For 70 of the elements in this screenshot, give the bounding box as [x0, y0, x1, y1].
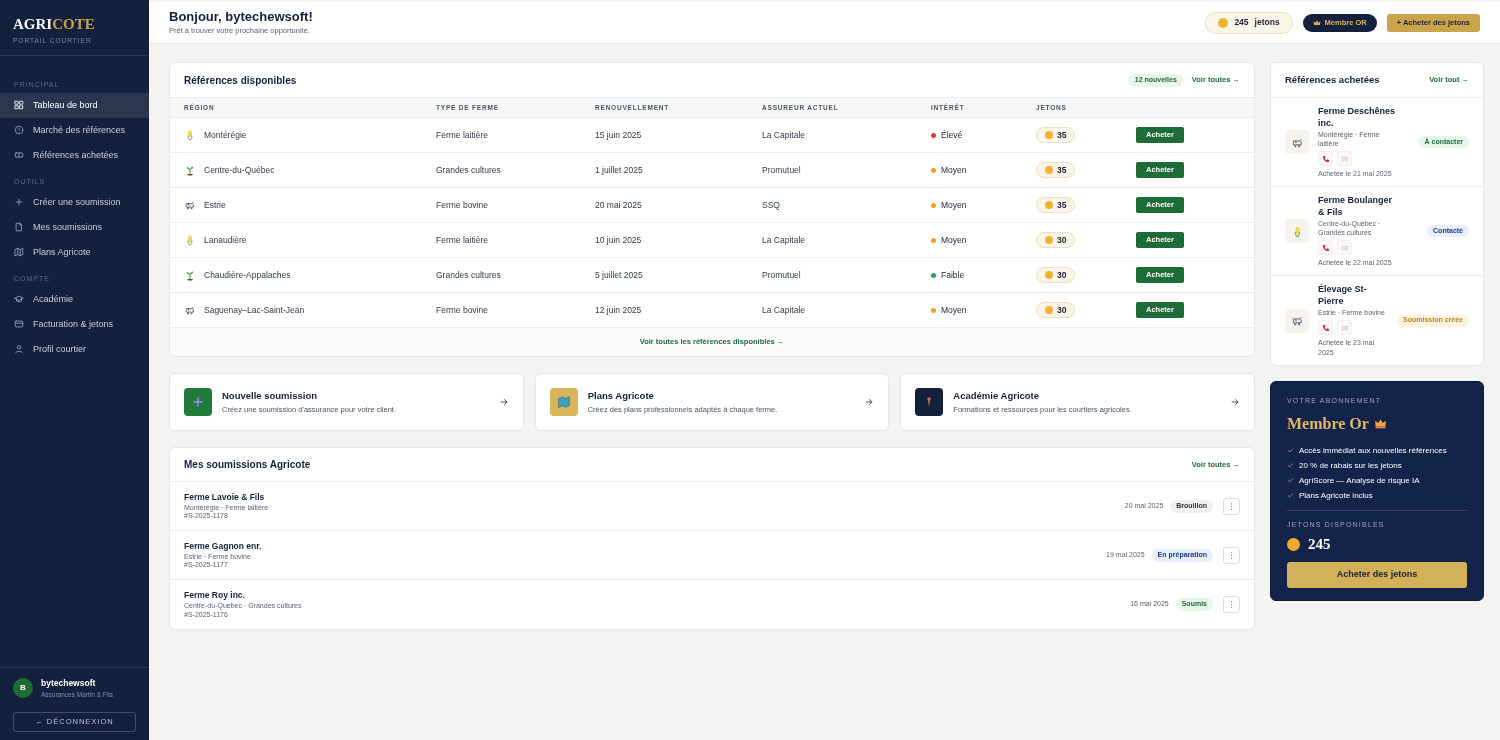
- card-title: Mes soumissions Agricote: [184, 458, 311, 472]
- nav-item[interactable]: Références achetées: [0, 142, 149, 168]
- perk-text: 20 % de rabais sur les jetons: [1299, 459, 1402, 472]
- interest-level: Élevé: [941, 128, 963, 142]
- table-cell: Centre-du-Québec: [204, 163, 275, 177]
- nav-item[interactable]: Créer une soumission: [0, 189, 149, 215]
- nav-item[interactable]: Académie: [0, 286, 149, 312]
- table-cell-text: Ferme bovine: [436, 303, 489, 317]
- table-cell: Estrie: [204, 198, 226, 212]
- table-cell-text: La Capitale: [762, 128, 806, 142]
- farm-name: Ferme Boulanger & Fils: [1318, 194, 1394, 218]
- perk-text: AgriScore — Analyse de risque IA: [1299, 474, 1420, 487]
- table-cell-text: La Capitale: [762, 303, 806, 317]
- table-cell-text: 10 juin 2025: [595, 233, 643, 247]
- avatar: B: [13, 678, 33, 699]
- token-cost: 35: [1057, 198, 1067, 212]
- submission-name: Ferme Roy inc.: [184, 589, 246, 603]
- nav-item[interactable]: Profil courtier: [0, 336, 149, 362]
- table-cell-text: Ferme bovine: [436, 198, 489, 212]
- table-cell-text: Grandes cultures: [436, 268, 502, 282]
- interest-level: Moyen: [941, 163, 967, 177]
- table-cell: Chaudière-Appalaches: [204, 268, 291, 282]
- submission-name: Ferme Gagnon enr.: [184, 539, 263, 553]
- perk-text: Accès immédiat aux nouvelles références: [1299, 444, 1447, 457]
- nav-item[interactable]: Marché des références: [0, 117, 149, 143]
- table-cell-text: Ferme laitière: [436, 233, 489, 247]
- token-cost: 35: [1057, 128, 1067, 142]
- nav-item[interactable]: Plans Agricote: [0, 239, 149, 265]
- table-cell-text: Ferme laitière: [436, 128, 489, 142]
- interest-level: Moyen: [941, 233, 967, 247]
- table-cell-text: 5 juillet 2025: [595, 268, 644, 282]
- token-count: 245: [1308, 535, 1331, 554]
- nav-item[interactable]: Tableau de bord: [0, 92, 149, 118]
- table-cell-text: Promutuel: [762, 268, 802, 282]
- table-cell: Saguenay–Lac-Saint-Jean: [204, 303, 305, 317]
- interest-level: Moyen: [941, 303, 967, 317]
- token-cost: 30: [1057, 303, 1067, 317]
- token-count: 245: [1234, 16, 1249, 29]
- logo[interactable]: AGRICOTE: [13, 17, 136, 32]
- table-cell-text: 1 juillet 2025: [595, 163, 644, 177]
- greeting: Bonjour, bytechewsoft!: [169, 8, 313, 25]
- table-cell: Montérégie: [204, 128, 247, 142]
- user-name: bytechewsoft: [41, 676, 97, 690]
- interest-level: Faible: [941, 268, 965, 282]
- nav-item[interactable]: Mes soumissions: [0, 214, 149, 240]
- action-title: Plans Agricote: [587, 389, 655, 404]
- token-cost: 35: [1057, 163, 1067, 177]
- token-cost: 30: [1057, 233, 1067, 247]
- table-cell-text: 12 juin 2025: [595, 303, 643, 317]
- card-title: Références achetées: [1285, 72, 1380, 87]
- submission-name: Ferme Lavoie & Fils: [184, 490, 266, 504]
- interest-level: Moyen: [941, 198, 967, 212]
- table-cell-text: 15 juin 2025: [595, 128, 643, 142]
- farm-name: Ferme Deschênes inc.: [1318, 105, 1397, 129]
- table-cell-text: La Capitale: [762, 233, 806, 247]
- card-title: Références disponibles: [184, 73, 297, 88]
- token-label: jetons: [1254, 16, 1280, 29]
- table-cell-text: Promutuel: [762, 163, 802, 177]
- perk-text: Plans Agricote inclus: [1299, 489, 1373, 502]
- table-cell-text: SSQ: [762, 198, 781, 212]
- plan-name: Membre Or: [1287, 413, 1369, 434]
- buy-tokens-button[interactable]: Acheter des jetons: [1287, 561, 1467, 588]
- nav-item[interactable]: Facturation & jetons: [0, 311, 149, 337]
- table-cell-text: 20 mai 2025: [595, 198, 643, 212]
- table-cell-text: Grandes cultures: [436, 163, 502, 177]
- farm-name: Élevage St-Pierre: [1318, 283, 1368, 307]
- table-cell: Lanaudière: [204, 233, 247, 247]
- action-title: Nouvelle soumission: [222, 389, 319, 404]
- token-cost: 30: [1057, 268, 1067, 282]
- action-title: Académie Agricote: [953, 389, 1041, 404]
